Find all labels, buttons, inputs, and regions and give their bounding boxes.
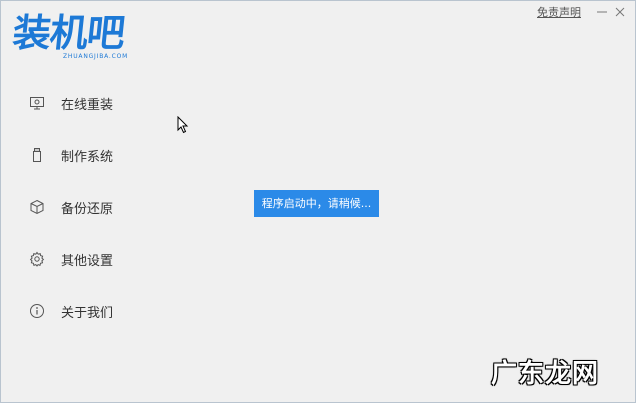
- sidebar-item-label: 其他设置: [61, 253, 114, 269]
- sidebar-item-make-system[interactable]: 制作系统: [27, 143, 113, 167]
- sidebar-item-backup-restore[interactable]: 备份还原: [27, 195, 113, 219]
- sidebar-item-label: 在线重装: [61, 97, 114, 113]
- loading-toast: 程序启动中，请稍候...: [254, 190, 379, 217]
- minimize-button[interactable]: [595, 5, 609, 19]
- disclaimer-link[interactable]: 免责声明: [537, 4, 581, 20]
- brand-logo: 装机吧 ZHUANGJIBA.COM: [10, 11, 143, 63]
- sidebar-item-label: 关于我们: [61, 305, 114, 321]
- sidebar-item-other-settings[interactable]: 其他设置: [27, 247, 113, 271]
- sidebar-item-online-reinstall[interactable]: 在线重装: [27, 91, 113, 115]
- sidebar-item-label: 备份还原: [61, 201, 114, 217]
- close-button[interactable]: [613, 5, 627, 19]
- sidebar-item-about-us[interactable]: 关于我们: [27, 299, 113, 323]
- monitor-icon: [27, 93, 47, 113]
- app-window: 装机吧 ZHUANGJIBA.COM 免责声明 在线重装 制作系统 备份还原 其…: [0, 0, 636, 403]
- usb-drive-icon: [27, 145, 47, 165]
- titlebar-controls: 免责声明: [537, 5, 627, 19]
- logo-domain: ZHUANGJIBA.COM: [63, 53, 129, 60]
- sidebar-item-label: 制作系统: [61, 149, 114, 165]
- close-icon: [615, 7, 625, 17]
- backup-cube-icon: [27, 197, 47, 217]
- mouse-cursor-icon: [177, 116, 189, 134]
- logo-wordmark: 装机吧: [10, 11, 127, 55]
- info-icon: [27, 301, 47, 321]
- minimize-icon: [597, 11, 607, 13]
- site-watermark: 广东龙网: [490, 359, 599, 389]
- gear-icon: [27, 249, 47, 269]
